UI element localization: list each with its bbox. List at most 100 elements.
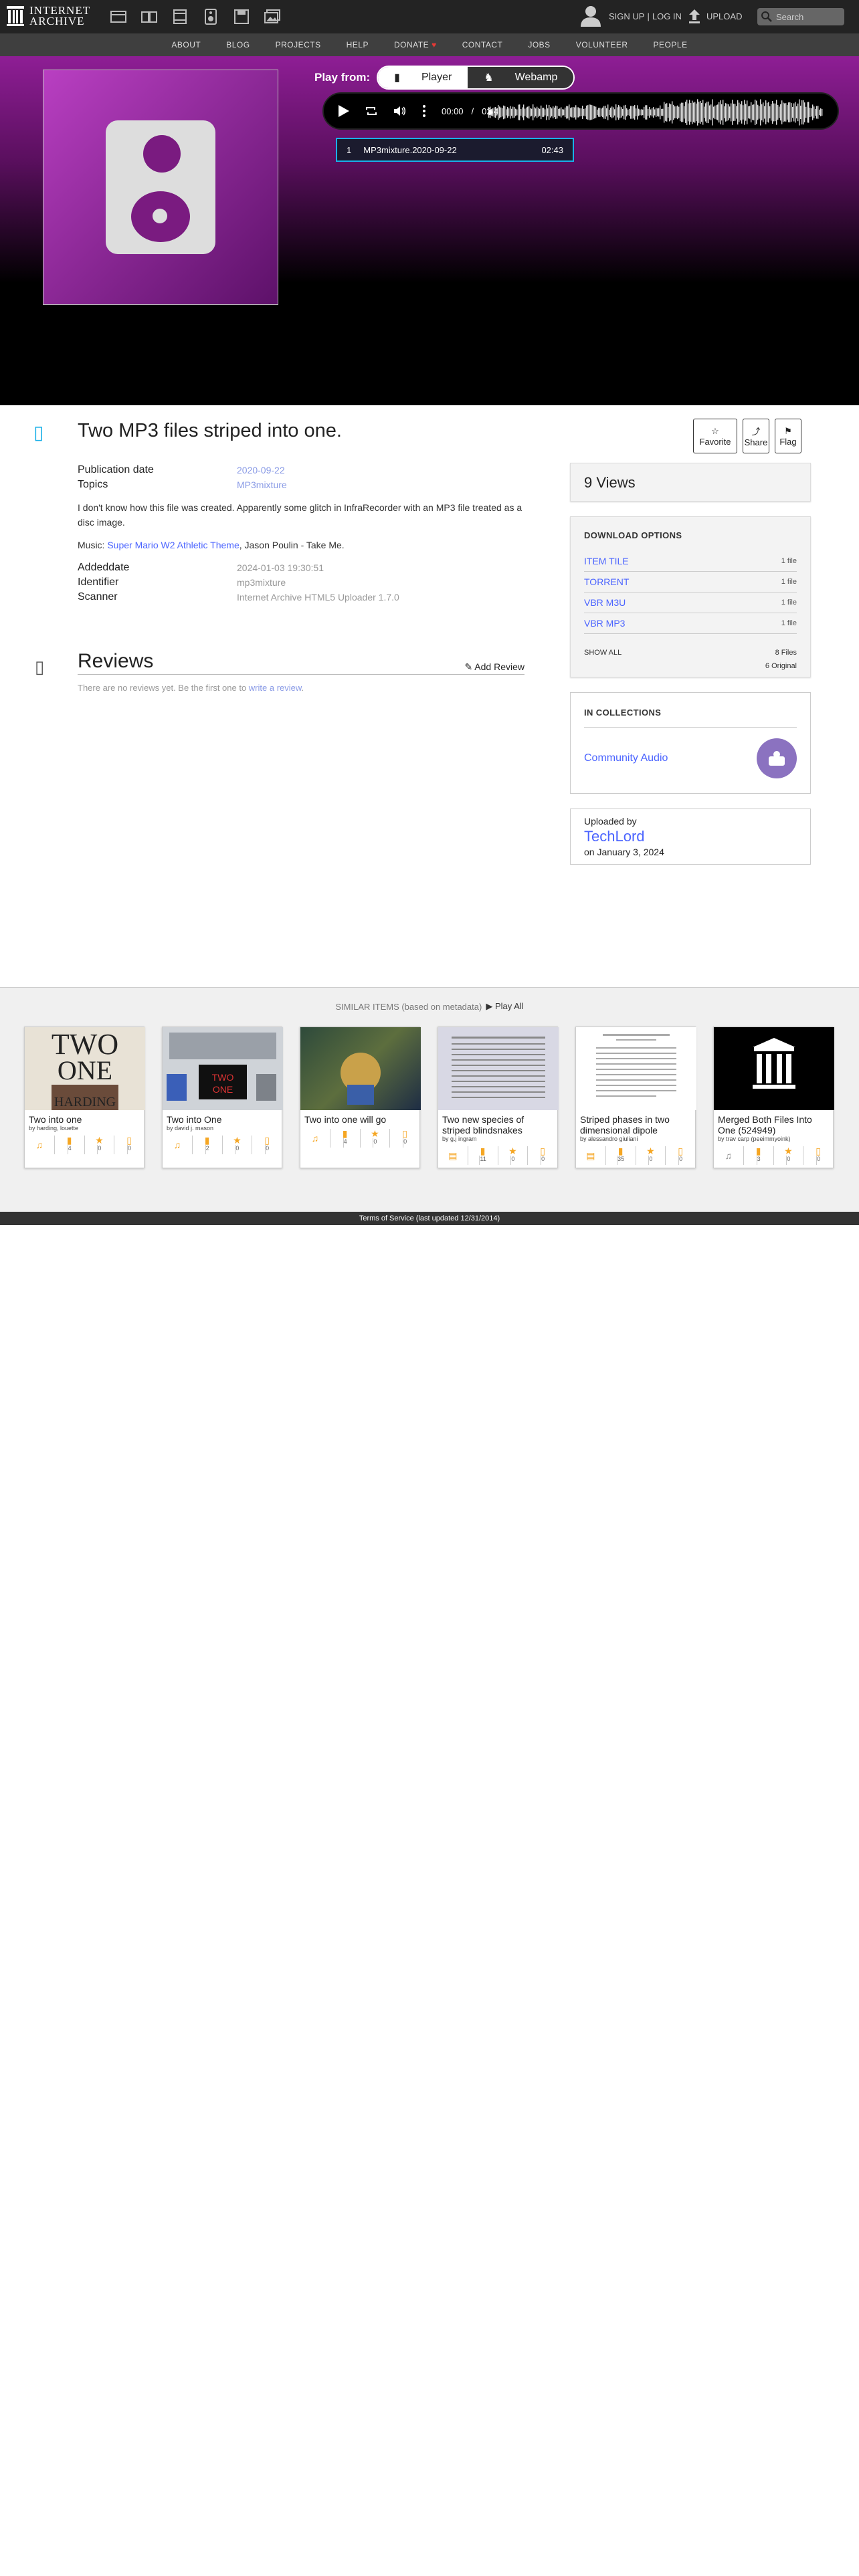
svg-text:ONE: ONE (58, 1055, 112, 1085)
track-list-item[interactable]: 1 MP3mixture.2020-09-22 02:43 (336, 138, 574, 162)
video-icon[interactable] (170, 8, 190, 25)
nav-projects[interactable]: PROJECTS (276, 40, 321, 49)
reviews-count: 0 (678, 1156, 682, 1165)
download-item-tile[interactable]: ITEM TILE (584, 556, 629, 566)
similar-card[interactable]: Striped phases in two dimensional dipole… (575, 1027, 696, 1168)
card-thumbnail[interactable] (714, 1027, 834, 1110)
nav-donate[interactable]: DONATE ♥ (394, 40, 437, 49)
waveform-bar (611, 106, 613, 118)
show-all-link[interactable]: SHOW ALL (584, 649, 622, 657)
card-title[interactable]: Two new species of striped blindsnakes (438, 1110, 557, 1136)
pubdate-value[interactable]: 2020-09-22 (237, 465, 285, 475)
more-options-icon[interactable] (423, 105, 425, 117)
nav-help[interactable]: HELP (347, 40, 369, 49)
player-switch[interactable]: ▮ Player ♞ Webamp (377, 66, 575, 90)
waveform-bar (769, 106, 771, 119)
card-thumbnail[interactable]: TWO ONE (163, 1027, 283, 1110)
waveform-bar (527, 106, 529, 118)
player-option[interactable]: ▮ Player (378, 67, 468, 88)
signup-link[interactable]: SIGN UP (609, 11, 644, 21)
waveform-bar (785, 103, 787, 122)
waveform-bar (511, 108, 512, 116)
play-icon[interactable] (339, 105, 349, 117)
similar-card[interactable]: Merged Both Files Into One (524949) by t… (713, 1027, 834, 1168)
write-review-link[interactable]: write a review (249, 683, 302, 693)
images-icon[interactable] (262, 8, 282, 25)
share-button[interactable]: ⤴ Share (743, 419, 769, 453)
web-icon[interactable] (108, 8, 128, 25)
track-number: 1 (347, 144, 352, 155)
similar-card[interactable]: Two into one will go ♫ ▮ 4 ★ 0 ▯ 0 (300, 1027, 421, 1168)
time-separator: / (471, 106, 474, 116)
upload-button[interactable]: UPLOAD (688, 8, 742, 24)
download-vbr-mp3[interactable]: VBR MP3 (584, 618, 625, 629)
waveform[interactable] (488, 99, 823, 126)
waveform-bar (619, 106, 621, 118)
waveform-bar (621, 107, 622, 118)
waveform-bar (773, 103, 775, 122)
add-review-button[interactable]: ✎ Add Review (464, 661, 524, 673)
repeat-icon[interactable] (365, 106, 377, 116)
favorite-button[interactable]: ☆ Favorite (693, 419, 737, 453)
collection-item[interactable]: Community Audio (584, 738, 797, 778)
nav-people[interactable]: PEOPLE (654, 40, 688, 49)
music-link[interactable]: Super Mario W2 Athletic Theme (107, 540, 239, 550)
uploader-link[interactable]: TechLord (584, 828, 797, 845)
nav-contact[interactable]: CONTACT (462, 40, 503, 49)
similar-card[interactable]: Two new species of striped blindsnakes b… (438, 1027, 559, 1168)
waveform-bar (662, 108, 664, 116)
waveform-bar (575, 105, 577, 120)
texts-icon[interactable] (139, 8, 159, 25)
card-title[interactable]: Two into One (163, 1110, 282, 1125)
topics-value[interactable]: MP3mixture (237, 479, 287, 490)
audio-icon[interactable] (201, 8, 221, 25)
waveform-bar (780, 104, 781, 121)
play-all-button[interactable]: ▶ Play All (486, 1001, 523, 1012)
card-thumbnail[interactable] (438, 1027, 559, 1110)
ia-logo[interactable]: INTERNET ARCHIVE (7, 5, 90, 27)
card-title[interactable]: Merged Both Files Into One (524949) (714, 1110, 833, 1136)
svg-text:HARDING: HARDING (54, 1095, 116, 1109)
waveform-bar (741, 101, 743, 124)
download-count: 1 file (781, 619, 797, 627)
waveform-bar (500, 107, 502, 118)
software-icon[interactable] (231, 8, 252, 25)
similar-card[interactable]: TWO ONE Two into One by david j. mason ♫ ▮… (162, 1027, 283, 1168)
waveform-bar (690, 103, 692, 122)
metadata-row-topics: Topics MP3mixture (78, 477, 524, 492)
webamp-option[interactable]: ♞ Webamp (468, 67, 574, 88)
similar-card[interactable]: TWO ONE HARDING Two into one by harding, l… (24, 1027, 145, 1168)
favorites-count: 0 (786, 1156, 790, 1165)
flag-button[interactable]: ⚑ Flag (775, 419, 801, 453)
favorites-icon: ★ (95, 1134, 104, 1146)
search-input[interactable]: Search (757, 8, 844, 25)
nav-about[interactable]: ABOUT (171, 40, 201, 49)
collection-avatar[interactable] (757, 738, 797, 778)
logo-line2: ARCHIVE (29, 15, 85, 27)
collection-link[interactable]: Community Audio (584, 752, 668, 764)
nav-blog[interactable]: BLOG (226, 40, 250, 49)
favorites-icon: ★ (233, 1134, 242, 1146)
card-title[interactable]: Two into one (25, 1110, 144, 1125)
reviews-count-icon: ▯ (402, 1128, 407, 1139)
download-torrent[interactable]: TORRENT (584, 576, 629, 587)
waveform-bar (535, 108, 537, 116)
volume-icon[interactable] (393, 106, 407, 116)
card-title[interactable]: Two into one will go (300, 1110, 419, 1125)
audio-type-icon: ♫ (311, 1132, 319, 1144)
waveform-bar (495, 106, 496, 118)
waveform-bar (728, 104, 729, 120)
card-thumbnail[interactable] (576, 1027, 696, 1110)
download-vbr-m3u[interactable]: VBR M3U (584, 597, 626, 608)
nav-volunteer[interactable]: VOLUNTEER (576, 40, 628, 49)
terms-link[interactable]: Terms of Service (last updated 12/31/201… (359, 1214, 500, 1222)
card-thumbnail[interactable] (300, 1027, 421, 1110)
card-thumbnail[interactable]: TWO ONE HARDING (25, 1027, 145, 1110)
card-title[interactable]: Striped phases in two dimensional dipole (576, 1110, 695, 1136)
user-icon[interactable] (581, 5, 601, 27)
login-link[interactable]: LOG IN (652, 11, 682, 21)
nav-jobs[interactable]: JOBS (528, 40, 550, 49)
metadata-row-addeddate: Addeddate 2024-01-03 19:30:51 (78, 560, 524, 575)
community-icon (769, 751, 785, 766)
waveform-bar (697, 99, 698, 126)
